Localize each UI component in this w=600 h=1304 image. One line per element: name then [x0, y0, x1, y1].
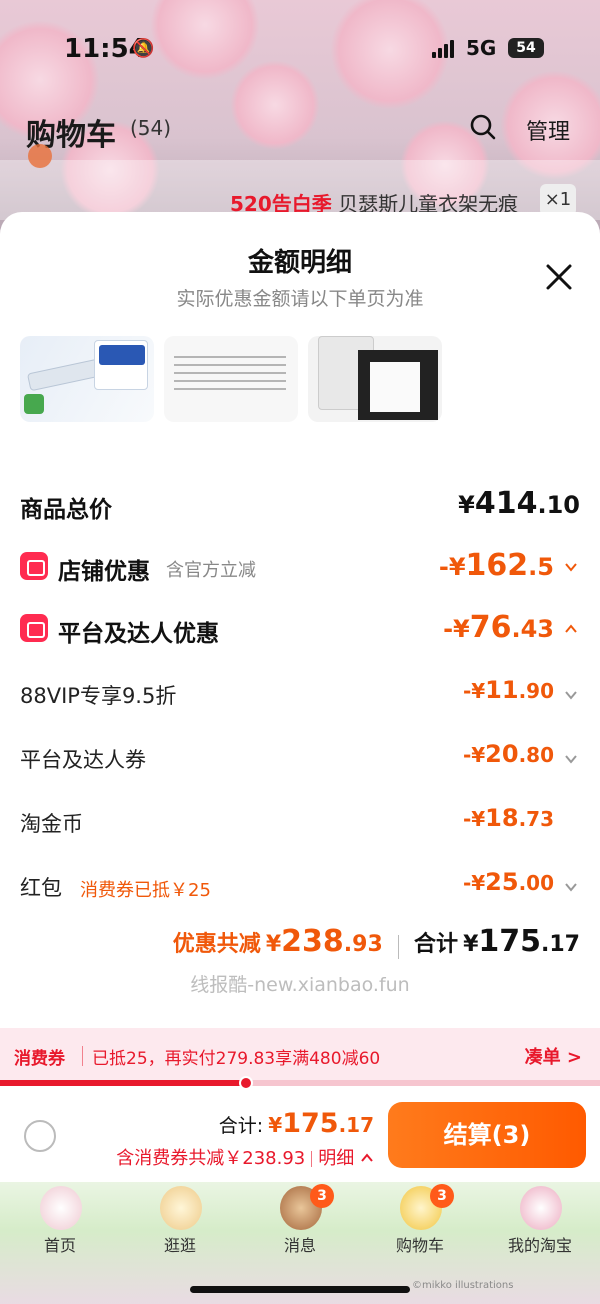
taojinbi-label: 淘金币: [20, 812, 83, 836]
product-thumb-hangers[interactable]: [164, 336, 298, 422]
checkout-bar: 合计: ¥175.17 含消费券共减￥238.93 明细 结算(3): [0, 1090, 600, 1182]
platform-discount-amount: -¥76.43: [443, 610, 554, 645]
home-indicator: [190, 1286, 410, 1293]
shop-discount-label: 店铺优惠: [58, 559, 150, 585]
watermark: 线报酷-new.xianbao.fun: [190, 974, 410, 996]
total-discount-dec: .93: [343, 932, 383, 957]
cart-count: (54): [130, 116, 172, 140]
platform-discount-row[interactable]: 平台及达人优惠 -¥76.43: [20, 610, 580, 650]
shop-discount-hint: 含官方立减: [166, 560, 256, 581]
chevron-down-icon[interactable]: [564, 560, 578, 574]
product-thumbnails: [20, 336, 442, 422]
vip-discount-amount: -¥11.90: [462, 676, 554, 704]
coupon-bar[interactable]: 消费券 已抵25，再实付279.83享满480减60 凑单 >: [0, 1028, 600, 1084]
checkout-total-label: 合计:: [218, 1115, 264, 1137]
goods-total-amount: ¥414.10: [458, 486, 580, 521]
silent-bell-icon: 🔕: [132, 38, 155, 59]
tab-label: 购物车: [395, 1236, 444, 1255]
goods-total-label: 商品总价: [20, 497, 112, 523]
cart-header: 购物车 (54) 管理: [0, 100, 600, 156]
illustration-credit: ©mikko illustrations: [412, 1280, 514, 1291]
checkout-button[interactable]: 结算(3): [388, 1102, 586, 1168]
manage-button[interactable]: 管理: [526, 114, 570, 146]
divider: [82, 1046, 83, 1066]
detail-link[interactable]: 明细: [318, 1148, 354, 1169]
shop-discount-row[interactable]: 店铺优惠 含官方立减 -¥162.5: [20, 548, 580, 588]
network-type: 5G: [466, 36, 497, 60]
status-bar: 11:54 🔕 5G 54: [0, 0, 600, 96]
hongbao-label: 红包: [20, 876, 62, 900]
total-discount-yen: ¥: [265, 932, 282, 957]
shop-icon: [20, 552, 48, 580]
coupon-progress-fill: [0, 1080, 246, 1086]
divider: [397, 934, 399, 959]
cart-badge: 3: [430, 1184, 454, 1208]
checkout-dec: .17: [338, 1113, 374, 1137]
select-all-checkbox[interactable]: [24, 1120, 56, 1152]
total-yen: ¥: [463, 932, 479, 957]
tab-label: 消息: [283, 1236, 316, 1255]
platform-discount-label: 平台及达人优惠: [58, 621, 219, 647]
coupon-progress-knob: [239, 1076, 253, 1090]
vip-discount-row[interactable]: 88VIP专享9.5折 -¥11.90: [20, 676, 580, 716]
hongbao-hint: 消费券已抵￥25: [80, 880, 211, 901]
checkout-yen: ¥: [268, 1113, 283, 1137]
taojinbi-amount: -¥18.73: [462, 804, 554, 832]
guangguang-bear-icon: [160, 1186, 202, 1230]
product-thumb-frame[interactable]: [308, 336, 442, 422]
total-label: 合计: [413, 932, 458, 957]
checkout-total: 合计: ¥175.17: [219, 1108, 374, 1139]
price-detail-sheet: 金额明细 实际优惠金额请以下单页为准 商品总价 ¥414.10 店铺优惠 含官方…: [0, 212, 600, 1182]
chevron-down-icon[interactable]: [564, 880, 578, 894]
goods-total-row: 商品总价 ¥414.10: [20, 486, 580, 526]
tab-label: 逛逛: [163, 1236, 196, 1255]
my-taobao-bunny-icon: [520, 1186, 562, 1230]
sheet-subtitle: 实际优惠金额请以下单页为准: [176, 288, 424, 310]
chevron-down-icon[interactable]: [564, 688, 578, 702]
checkout-discount[interactable]: 含消费券共减￥238.93 明细: [116, 1144, 374, 1170]
total-summary: 优惠共减 ¥238.93 合计 ¥175.17: [0, 924, 580, 968]
platform-icon: [20, 614, 48, 642]
tab-label: 首页: [43, 1236, 76, 1255]
total-discount-label: 优惠共减: [172, 932, 261, 957]
battery-icon: 54: [508, 38, 544, 58]
coupon-label: 消费券: [14, 1049, 65, 1069]
checkout-discount-text: 含消费券共减￥238.93: [116, 1148, 306, 1169]
taojinbi-row: 淘金币 -¥18.73: [20, 804, 580, 844]
platform-coupon-label: 平台及达人券: [20, 748, 146, 772]
total-discount-int: 238: [281, 924, 344, 959]
messages-badge: 3: [310, 1184, 334, 1208]
hongbao-row[interactable]: 红包 消费券已抵￥25 -¥25.00: [20, 868, 580, 908]
home-cat-icon: [40, 1186, 82, 1230]
platform-coupon-amount: -¥20.80: [462, 740, 554, 768]
shop-avatar: [28, 144, 52, 168]
tab-messages[interactable]: 3 消息: [240, 1182, 360, 1262]
checkout-int: 175: [282, 1108, 339, 1139]
chevron-up-icon: [361, 1153, 373, 1162]
coudan-button[interactable]: 凑单 >: [525, 1043, 582, 1069]
search-icon[interactable]: [470, 114, 496, 140]
close-icon[interactable]: [544, 262, 574, 292]
platform-coupon-row[interactable]: 平台及达人券 -¥20.80: [20, 740, 580, 780]
total-int: 175: [478, 924, 542, 959]
tab-cart[interactable]: 3 购物车: [360, 1182, 480, 1262]
chevron-up-icon[interactable]: [564, 622, 578, 636]
tab-my-taobao[interactable]: 我的淘宝: [480, 1182, 600, 1262]
signal-icon: [432, 40, 454, 58]
shop-discount-amount: -¥162.5: [438, 548, 554, 583]
sheet-title: 金额明细: [247, 248, 352, 278]
total-dec: .17: [541, 932, 580, 957]
chevron-down-icon[interactable]: [564, 752, 578, 766]
product-thumb-ointment[interactable]: [20, 336, 154, 422]
coupon-text: 已抵25，再实付279.83享满480减60: [92, 1049, 381, 1069]
tab-label: 我的淘宝: [507, 1236, 572, 1255]
vip-discount-label: 88VIP专享9.5折: [20, 684, 177, 708]
divider: [311, 1151, 313, 1167]
hongbao-amount: -¥25.00: [462, 868, 554, 896]
tab-guangguang[interactable]: 逛逛: [120, 1182, 240, 1262]
tab-home[interactable]: 首页: [0, 1182, 120, 1262]
